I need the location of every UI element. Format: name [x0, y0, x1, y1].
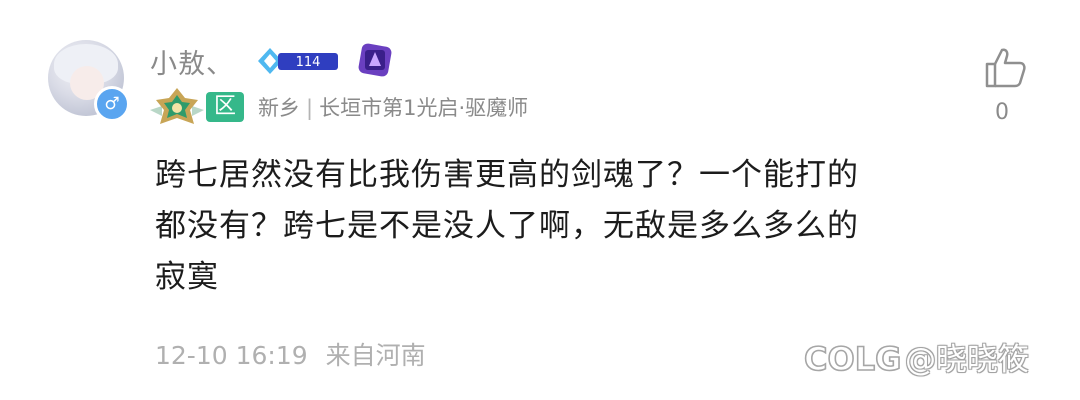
vip-badge-icon: [358, 43, 392, 77]
guild-info: 长垣市第1光启·驱魔师: [319, 96, 529, 120]
watermark-handle: @晓晓筱: [905, 342, 1029, 378]
comment-text: 跨七居然没有比我伤害更高的剑魂了？一个能打的 都没有？跨七是不是没人了啊，无敌是…: [155, 157, 859, 295]
comment-timestamp: 12-10 16:19: [155, 341, 308, 370]
male-gender-icon: ♂: [94, 86, 130, 122]
watermark-logo-text: COLG: [804, 340, 901, 378]
comment-meta: 12-10 16:19 来自河南: [155, 336, 426, 372]
level-badge: 114: [258, 48, 338, 74]
rank-emblem-icon: [150, 88, 204, 124]
level-number: 114: [296, 55, 321, 70]
like-count: 0: [995, 100, 1009, 125]
user-meta: 新乡 | 长垣市第1光启·驱魔师: [258, 92, 528, 122]
meta-separator: |: [306, 96, 314, 120]
comment-source: 来自河南: [325, 341, 426, 370]
zone-tag: 区: [206, 92, 244, 122]
username[interactable]: 小敖、: [150, 42, 234, 81]
thumbs-up-icon[interactable]: [982, 44, 1028, 90]
user-location: 新乡: [258, 96, 300, 120]
